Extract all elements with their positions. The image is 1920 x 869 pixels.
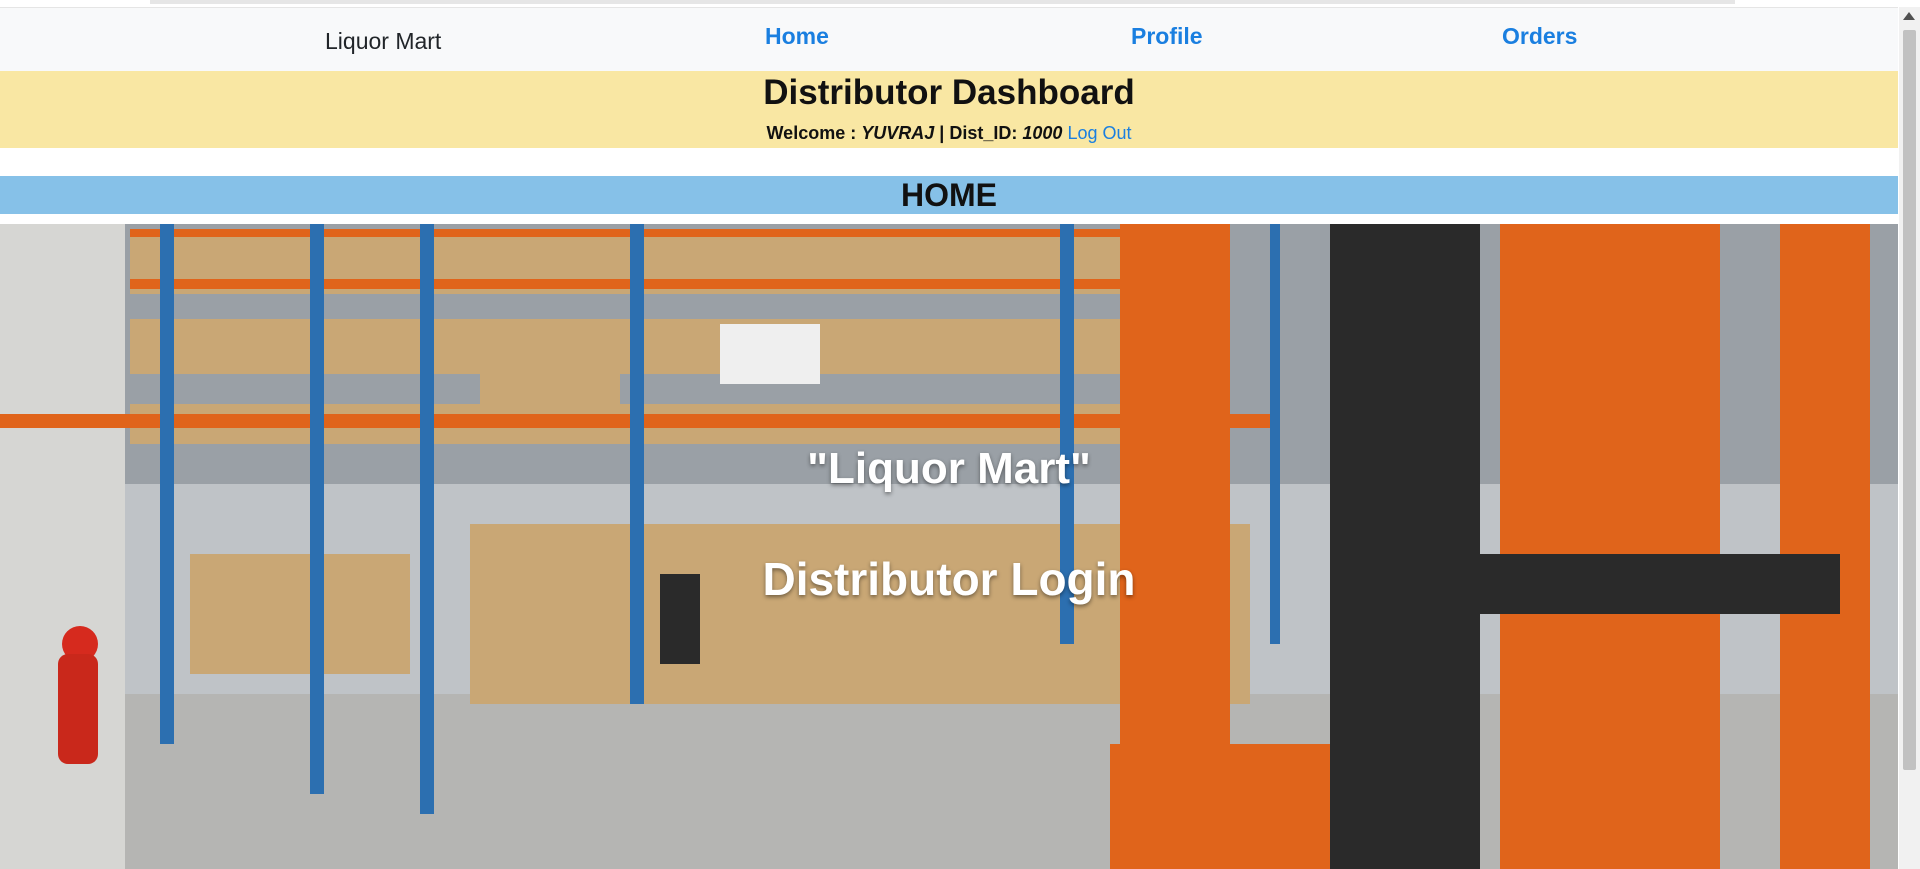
scrollbar-thumb[interactable]	[1903, 30, 1916, 770]
brand-name[interactable]: Liquor Mart	[325, 28, 441, 55]
dist-id-label: Dist_ID:	[949, 123, 1018, 143]
navbar: Liquor Mart Home Profile Orders	[0, 7, 1898, 71]
scroll-up-arrow-icon[interactable]	[1903, 12, 1915, 20]
dashboard-title: Distributor Dashboard	[763, 73, 1135, 112]
nav-link-home[interactable]: Home	[765, 23, 829, 50]
hero-title: "Liquor Mart"	[807, 444, 1091, 493]
nav-link-profile[interactable]: Profile	[1131, 23, 1203, 50]
warehouse-background-image	[0, 224, 1898, 869]
hero-subtitle[interactable]: Distributor Login	[0, 552, 1898, 606]
dist-id-value: 1000	[1022, 123, 1063, 143]
welcome-line: Welcome : YUVRAJ | Dist_ID: 1000 Log Out	[0, 123, 1898, 144]
hero-banner: "Liquor Mart" Distributor Login	[0, 224, 1898, 869]
user-name: YUVRAJ	[861, 123, 935, 143]
welcome-label: Welcome :	[766, 123, 857, 143]
browser-top-border	[150, 0, 1735, 4]
dashboard-header: Distributor Dashboard Welcome : YUVRAJ |…	[0, 71, 1898, 148]
separator: |	[939, 123, 945, 143]
section-header: HOME	[0, 176, 1898, 214]
logout-link[interactable]: Log Out	[1067, 123, 1131, 143]
section-title: HOME	[901, 177, 997, 213]
nav-link-orders[interactable]: Orders	[1502, 23, 1577, 50]
